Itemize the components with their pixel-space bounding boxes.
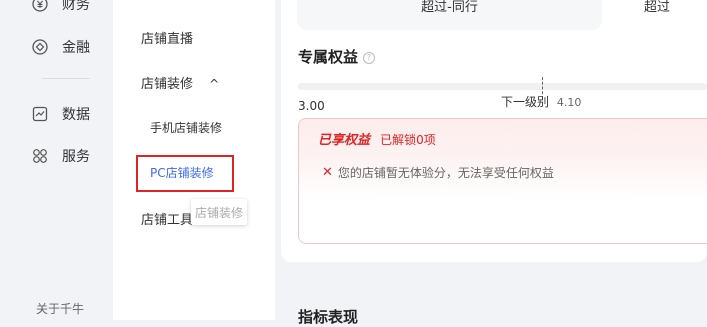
nav-item-data[interactable]: 数据 (32, 104, 90, 124)
tab-label: 超过 (643, 0, 670, 15)
circle-diamond-icon (32, 39, 48, 55)
left-nav: 财务 金融 数据 服务 关于千牛 (6, 0, 112, 320)
finance-icon (32, 0, 48, 12)
sidebar-item-decor[interactable]: 店铺装修 ^ (141, 73, 219, 92)
sidebar-item-live[interactable]: 店铺直播 (141, 28, 193, 47)
next-level-info: 下一级别 4.10 (501, 93, 581, 110)
sidebar-item-tools[interactable]: 店铺工具 (141, 209, 193, 228)
help-icon[interactable]: ? (363, 51, 376, 64)
level-progress-track (298, 83, 707, 90)
tab-peer-compare-2[interactable]: 超过 (607, 0, 707, 30)
benefit-message: 您的店铺暂无体验分，无法享受任何权益 (337, 166, 554, 180)
sidebar-subitem-mobile-decor[interactable]: 手机店铺装修 (150, 119, 222, 136)
next-level-label: 下一级别 (501, 95, 550, 109)
benefits-title: 专属权益? (298, 46, 376, 67)
next-level-value: 4.10 (556, 96, 582, 109)
sidebar-item-label: 店铺装修 (141, 77, 194, 92)
nav-item-label: 财务 (62, 0, 90, 13)
close-icon: ✕ (322, 165, 333, 180)
benefit-unlocked-count: 已解锁0项 (380, 133, 436, 147)
tooltip: 店铺装修 (191, 199, 247, 225)
metrics-title: 指标表现 (298, 308, 359, 326)
benefit-message-row: ✕ 您的店铺暂无体验分，无法享受任何权益 (322, 164, 554, 181)
nav-divider (42, 78, 90, 79)
nav-item-finance-service[interactable]: 金融 (32, 37, 90, 57)
nav-item-label: 数据 (62, 107, 90, 123)
chevron-up-icon[interactable]: ^ (209, 77, 219, 91)
nav-item-label: 服务 (62, 149, 90, 165)
benefits-title-text: 专属权益 (298, 48, 359, 66)
nav-item-finance[interactable]: 财务 (32, 0, 90, 14)
tab-peer-compare[interactable]: 超过-同行 (297, 0, 602, 30)
about-link[interactable]: 关于千牛 (36, 300, 84, 317)
benefit-status-header: 已享权益 已解锁0项 (318, 129, 436, 148)
chart-line-icon (32, 106, 48, 122)
current-score: 3.00 (298, 99, 325, 113)
tab-label: 超过-同行 (421, 0, 478, 15)
nav-item-label: 金融 (62, 40, 90, 56)
benefit-enjoyed-label: 已享权益 (318, 133, 371, 148)
nav-item-service[interactable]: 服务 (32, 146, 90, 166)
sidebar-subitem-pc-decor[interactable]: PC店铺装修 (150, 164, 214, 181)
grid-circles-icon (32, 148, 48, 164)
